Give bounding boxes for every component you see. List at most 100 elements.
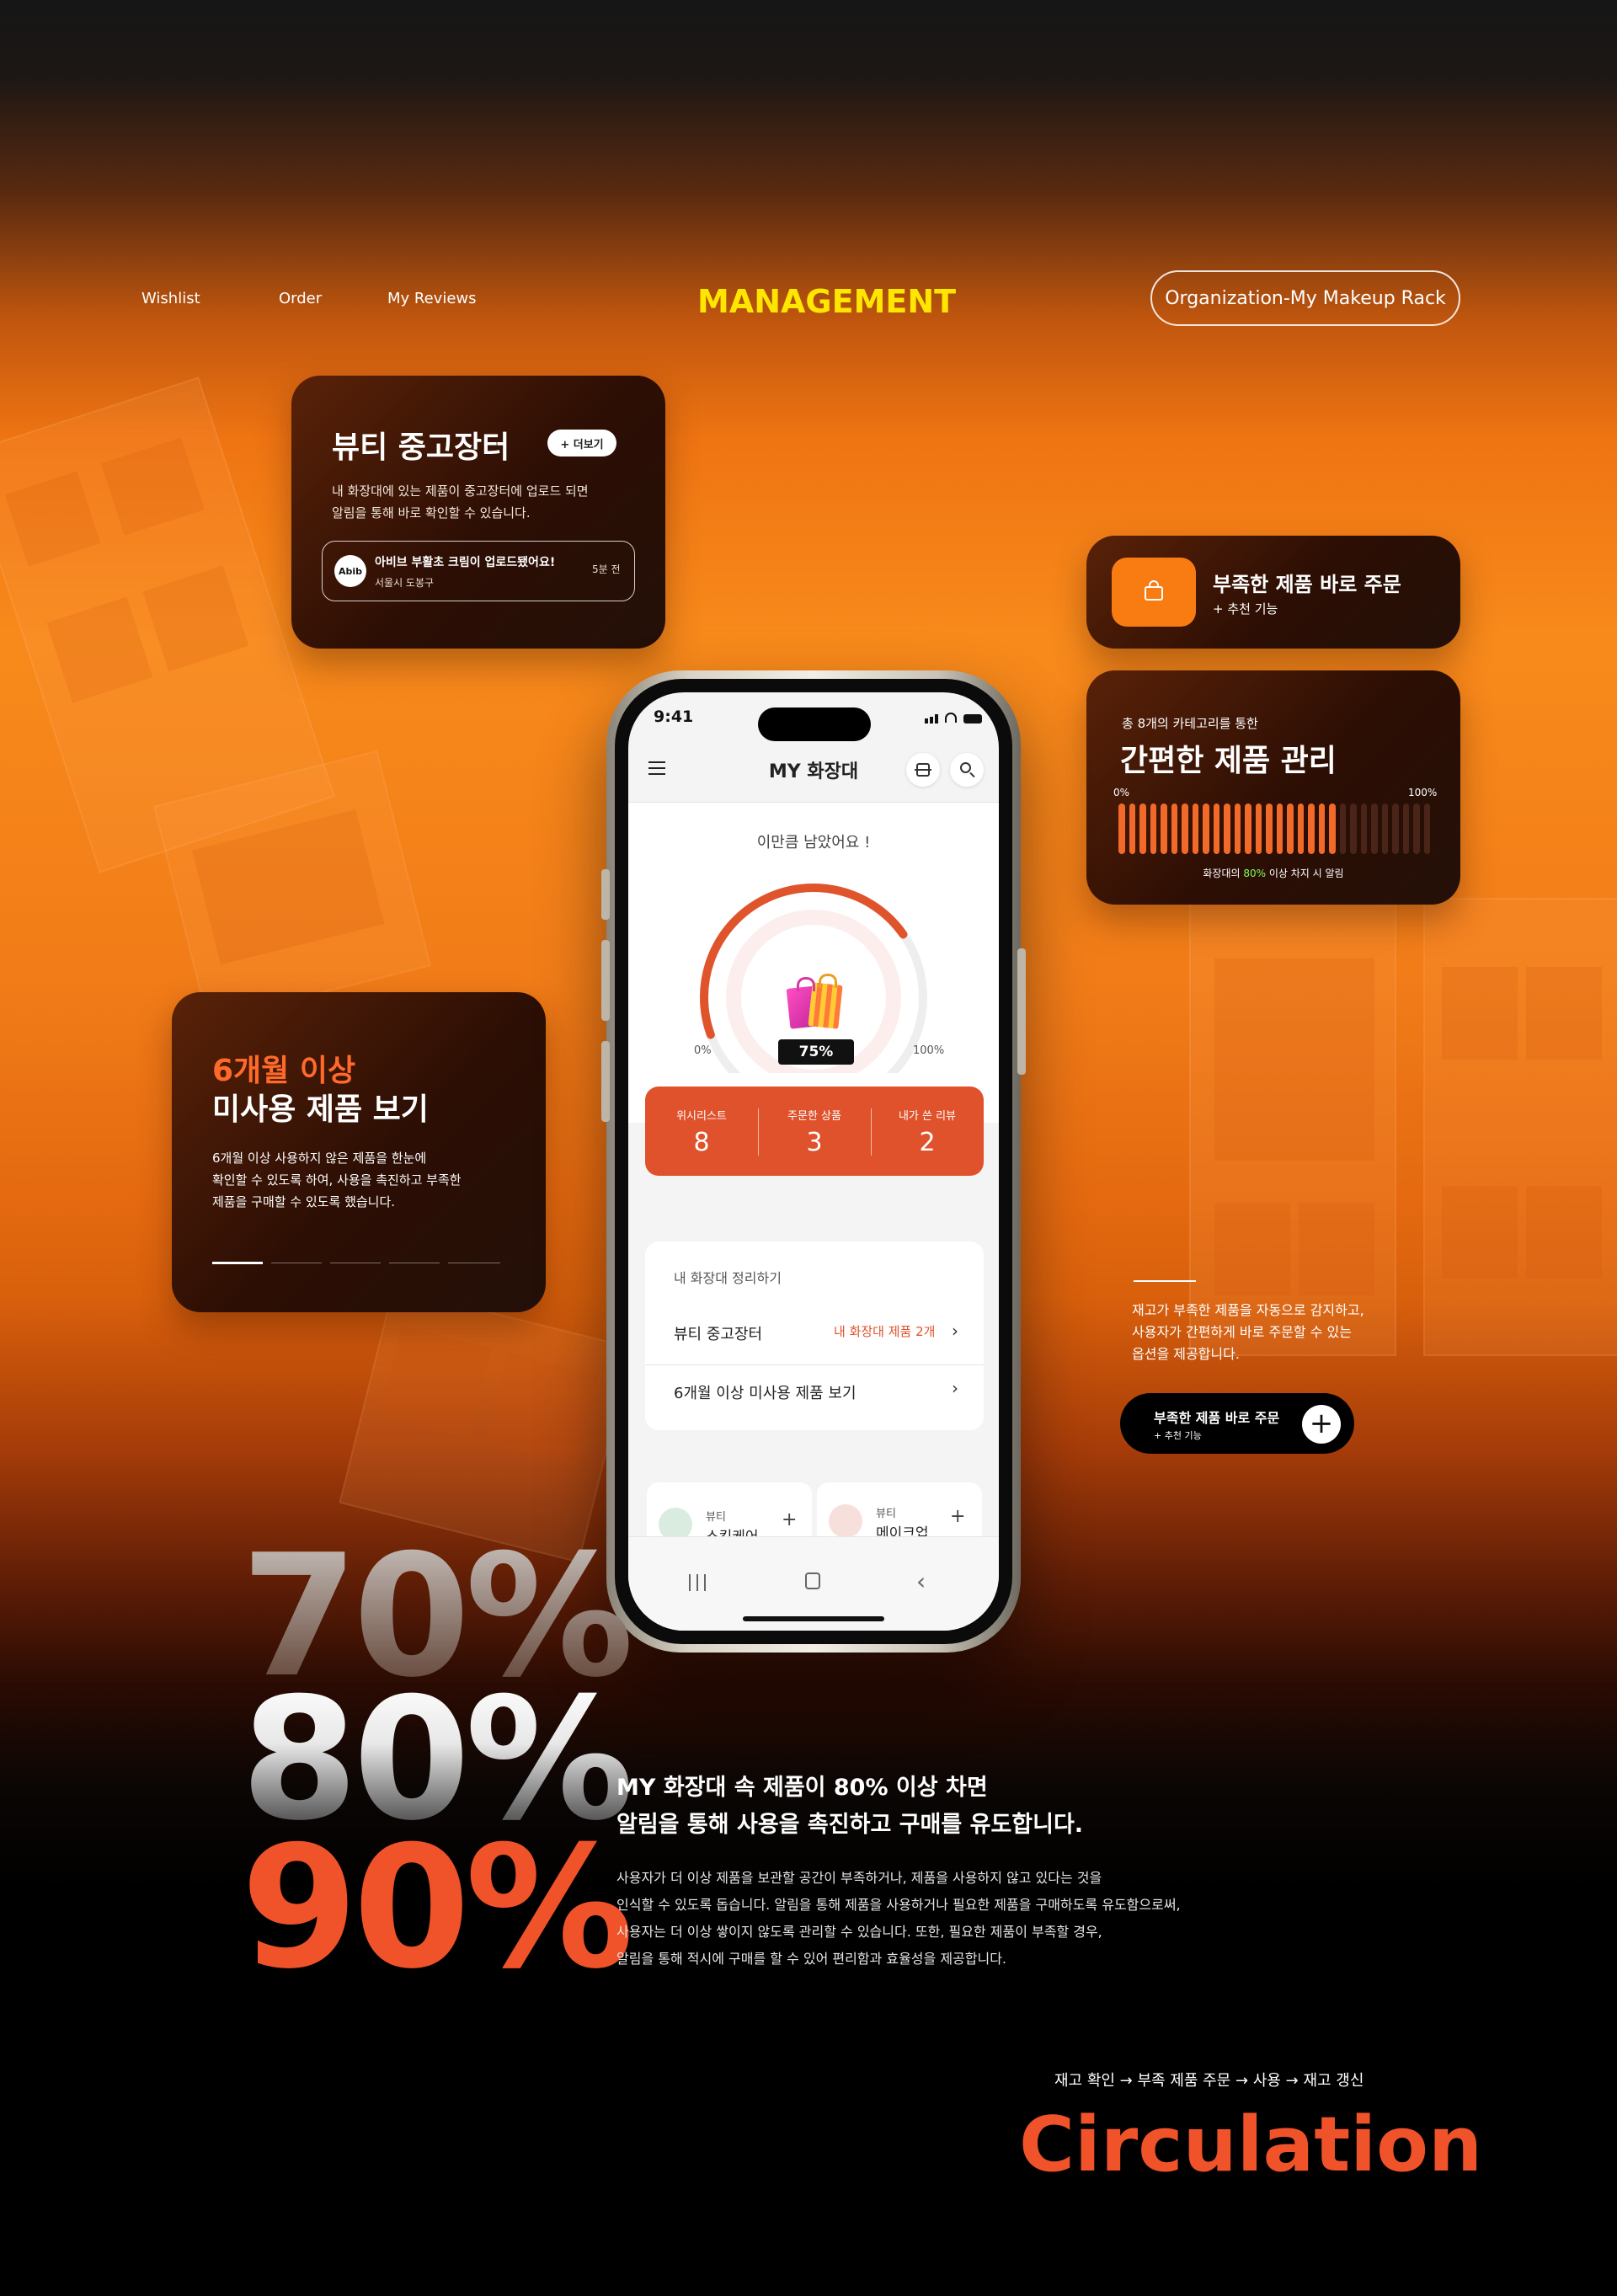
level-bar: [1423, 804, 1430, 854]
unused-desc-1: 6개월 이상 사용하지 않은 제품을 한눈에: [212, 1151, 427, 1166]
recent-apps-icon[interactable]: [687, 1574, 707, 1591]
search-icon[interactable]: [950, 753, 984, 787]
level-bar: [1276, 804, 1283, 854]
makeup-rack-button[interactable]: Organization-My Makeup Rack: [1150, 270, 1460, 326]
scan-icon[interactable]: [906, 753, 940, 787]
stat-90: 90%: [241, 1810, 634, 2006]
level-bar: [1213, 804, 1219, 854]
level-bar: [1360, 804, 1367, 854]
bottom-nav: ‹: [628, 1536, 999, 1631]
stat-value: 2: [919, 1128, 936, 1157]
level-bar: [1192, 804, 1198, 854]
level-bar: [1182, 804, 1188, 854]
level-bar: [1224, 804, 1230, 854]
plus-icon: +: [1302, 1405, 1341, 1444]
circulation-title: Circulation: [1019, 2101, 1483, 2189]
level-bar: [1381, 804, 1388, 854]
manage-card-note: 화장대의 80% 이상 차지 시 알림: [1086, 866, 1460, 880]
level-bar: [1413, 804, 1420, 854]
quick-order-button[interactable]: 부족한 제품 바로 주문 + 추천 기능 +: [1120, 1393, 1354, 1454]
notification-time: 5분 전: [592, 563, 621, 575]
quick-order-sub: + 추천 기능: [1154, 1430, 1202, 1441]
level-bar: [1171, 804, 1177, 854]
order-card[interactable]: 부족한 제품 바로 주문 + 추천 기능: [1086, 536, 1460, 649]
category-small: 뷰티: [876, 1508, 896, 1520]
level-bar: [1203, 804, 1209, 854]
stats-bar: 위시리스트 8 주문한 상품 3 내가 쓴 리뷰 2: [645, 1087, 984, 1176]
carousel-indicator[interactable]: [212, 1262, 505, 1264]
note-pct: 80%: [1243, 868, 1267, 879]
remaining-text: 이만큼 남았어요 !: [756, 834, 871, 852]
level-bar: [1402, 804, 1409, 854]
row-label: 6개월 이상 미사용 제품 보기: [674, 1385, 857, 1402]
shopping-bag-icon: [1145, 580, 1163, 601]
row-label: 뷰티 중고장터: [674, 1326, 763, 1343]
manage-card-title: 간편한 제품 관리: [1120, 744, 1337, 778]
body-line-2: 인식할 수 있도록 돕습니다. 알림을 통해 제품을 사용하거나 필요한 제품을…: [616, 1897, 1181, 1913]
stat-label: 내가 쓴 리뷰: [898, 1110, 957, 1123]
market-card-desc-2: 알림을 통해 바로 확인할 수 있습니다.: [332, 505, 531, 521]
level-bar: [1139, 804, 1146, 854]
bar-min-label: 0%: [1113, 787, 1130, 798]
page: Wishlist Order My Reviews MANAGEMENT Org…: [0, 0, 1617, 2296]
chevron-right-icon: ›: [952, 1378, 958, 1398]
notification-text: 아비브 부활초 크림이 업로드됐어요!: [375, 556, 556, 569]
stat-label: 주문한 상품: [787, 1110, 841, 1123]
quick-order-title: 부족한 제품 바로 주문: [1154, 1410, 1280, 1426]
level-bar: [1339, 804, 1346, 854]
level-bar: [1350, 804, 1357, 854]
unused-card: 6개월 이상 미사용 제품 보기 6개월 이상 사용하지 않은 제품을 한눈에 …: [172, 992, 546, 1312]
gauge-min-label: 0%: [694, 1044, 712, 1057]
market-card: 뷰티 중고장터 + 더보기 내 화장대에 있는 제품이 중고장터에 업로드 되면…: [291, 376, 665, 649]
organize-row-unused[interactable]: 6개월 이상 미사용 제품 보기 ›: [645, 1366, 984, 1425]
stat-orders[interactable]: 주문한 상품 3: [758, 1087, 871, 1176]
level-bar: [1329, 804, 1336, 854]
bg-mockup-right-2: [1423, 898, 1617, 1356]
back-icon[interactable]: ‹: [916, 1567, 926, 1595]
plus-icon[interactable]: +: [950, 1506, 965, 1527]
nav-order[interactable]: Order: [279, 290, 322, 307]
level-bar: [1161, 804, 1167, 854]
app-header-title: MY 화장대: [768, 761, 859, 782]
headline-2: 알림을 통해 사용을 촉진하고 구매를 유도합니다.: [616, 1812, 1084, 1838]
order-card-title: 부족한 제품 바로 주문: [1213, 573, 1401, 596]
note-pre: 화장대의: [1203, 868, 1244, 879]
stat-reviews[interactable]: 내가 쓴 리뷰 2: [871, 1087, 984, 1176]
gauge-max-label: 100%: [913, 1044, 945, 1057]
notification-location: 서울시 도봉구: [375, 577, 435, 589]
unused-title-1: 6개월 이상: [212, 1054, 356, 1088]
level-bar: [1150, 804, 1156, 854]
more-button[interactable]: + 더보기: [547, 430, 616, 457]
organize-title: 내 화장대 정리하기: [674, 1270, 782, 1286]
nav-my-reviews[interactable]: My Reviews: [387, 290, 477, 307]
plus-icon[interactable]: +: [782, 1509, 797, 1530]
brand-title: MANAGEMENT: [697, 283, 957, 320]
level-bar: [1255, 804, 1262, 854]
manage-card: 총 8개의 카테고리를 통한 간편한 제품 관리 0% 100% 화장대의 80…: [1086, 670, 1460, 905]
home-icon[interactable]: [805, 1572, 820, 1589]
organize-row-market[interactable]: 뷰티 중고장터 내 화장대 제품 2개 ›: [645, 1306, 984, 1364]
organize-card: 내 화장대 정리하기 뷰티 중고장터 내 화장대 제품 2개 › 6개월 이상 …: [645, 1241, 984, 1430]
right-text-1: 재고가 부족한 제품을 자동으로 감지하고,: [1132, 1302, 1364, 1318]
body-line-1: 사용자가 더 이상 제품을 보관할 공간이 부족하거나, 제품을 사용하지 않고…: [616, 1870, 1102, 1886]
unused-desc-3: 제품을 구매할 수 있도록 했습니다.: [212, 1194, 396, 1209]
level-bar: [1118, 804, 1125, 854]
nav-wishlist[interactable]: Wishlist: [141, 290, 200, 307]
phone-mockup: 9:41 MY 화장대 이만큼 남았어요 ! 0% 100% 75% 위시리스트…: [601, 670, 1026, 1653]
market-notification[interactable]: Abib 아비브 부활초 크림이 업로드됐어요! 서울시 도봉구 5분 전: [322, 541, 635, 601]
organize-divider: [645, 1364, 984, 1365]
level-bar: [1297, 804, 1304, 854]
level-bar: [1308, 804, 1315, 854]
stat-wishlist[interactable]: 위시리스트 8: [645, 1087, 758, 1176]
order-card-sub: + 추천 기능: [1213, 601, 1278, 617]
right-text-3: 옵션을 제공합니다.: [1132, 1346, 1240, 1362]
market-card-title: 뷰티 중고장터: [332, 430, 510, 465]
level-bars: [1118, 804, 1435, 854]
shopping-bags-icon: [786, 972, 844, 1033]
right-divider: [1134, 1280, 1196, 1282]
category-small: 뷰티: [706, 1511, 726, 1524]
row-right: 내 화장대 제품 2개: [834, 1324, 936, 1339]
bg-mockup-right-1: [1189, 898, 1396, 1356]
market-card-desc-1: 내 화장대에 있는 제품이 중고장터에 업로드 되면: [332, 483, 589, 499]
level-bar: [1234, 804, 1241, 854]
